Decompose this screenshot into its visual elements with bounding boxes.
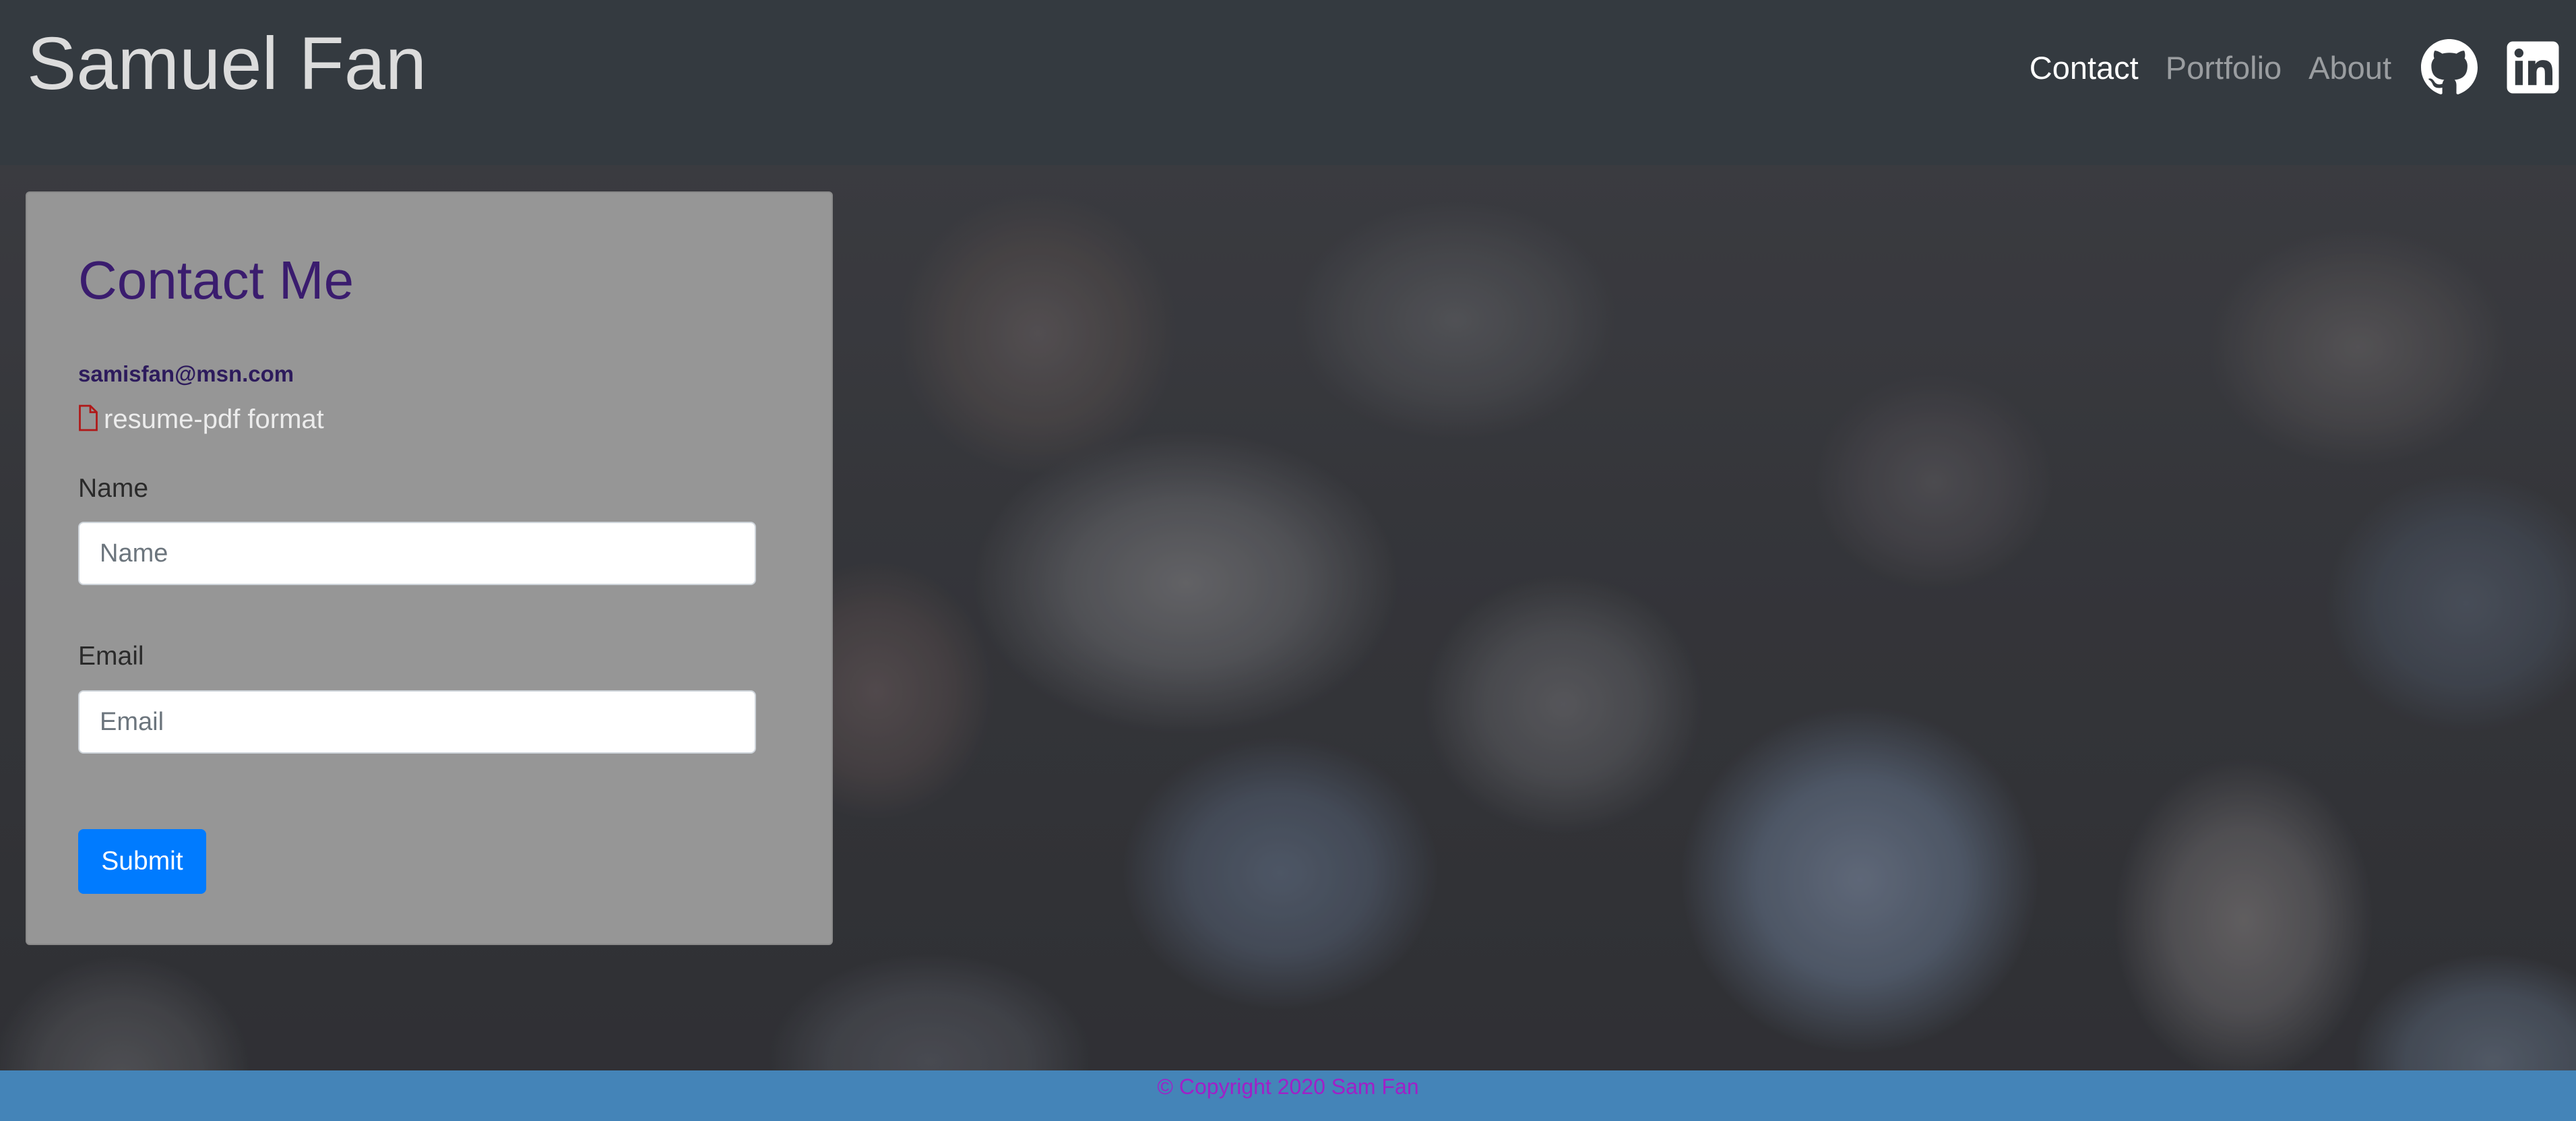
email-label: Email [78,642,144,671]
resume-link[interactable]: resume-pdf format [78,404,324,435]
linkedin-icon[interactable] [2505,39,2561,96]
github-icon[interactable] [2421,39,2478,96]
name-label: Name [78,474,149,503]
nav-contact-link[interactable]: Contact [2030,49,2139,86]
email-input[interactable] [78,690,756,754]
nav-portfolio-link[interactable]: Portfolio [2166,49,2282,86]
nav-about-link[interactable]: About [2308,49,2391,86]
site-brand[interactable]: Samuel Fan [27,20,427,108]
contact-card: Contact Me samisfan@msn.com resume-pdf f… [26,191,833,945]
navbar: Samuel Fan Contact Portfolio About [0,0,2576,165]
resume-label: resume-pdf format [104,404,324,434]
copyright-text: © Copyright 2020 Sam Fan [1157,1074,1419,1099]
name-input[interactable] [78,522,756,585]
email-link[interactable]: samisfan@msn.com [78,361,294,387]
submit-button[interactable]: Submit [78,829,206,894]
footer: © Copyright 2020 Sam Fan [0,1070,2576,1121]
contact-title: Contact Me [78,250,354,310]
main-nav: Contact Portfolio About [2030,35,2561,100]
file-icon [78,404,98,435]
